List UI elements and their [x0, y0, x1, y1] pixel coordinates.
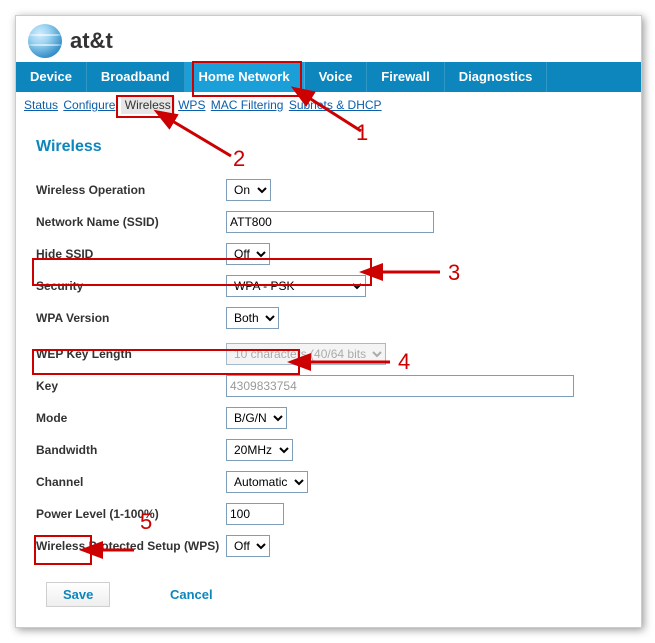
- label-wireless-operation: Wireless Operation: [36, 183, 226, 197]
- label-mode: Mode: [36, 411, 226, 425]
- tab-broadband[interactable]: Broadband: [87, 62, 185, 92]
- input-power-level[interactable]: [226, 503, 284, 525]
- page-title: Wireless: [36, 138, 621, 156]
- select-bandwidth[interactable]: 20MHz: [226, 439, 293, 461]
- cancel-button[interactable]: Cancel: [154, 583, 229, 606]
- label-key: Key: [36, 379, 226, 393]
- label-wps: Wireless Protected Setup (WPS): [36, 539, 226, 553]
- select-wps[interactable]: Off: [226, 535, 270, 557]
- select-wpa-version[interactable]: Both: [226, 307, 279, 329]
- subnav-subnets-dhcp[interactable]: Subnets & DHCP: [289, 98, 382, 112]
- tab-diagnostics[interactable]: Diagnostics: [445, 62, 548, 92]
- select-security[interactable]: WPA - PSK: [226, 275, 366, 297]
- input-ssid[interactable]: [226, 211, 434, 233]
- subnav-configure[interactable]: Configure: [63, 98, 115, 112]
- input-key[interactable]: [226, 375, 574, 397]
- subnav-mac-filtering[interactable]: MAC Filtering: [211, 98, 284, 112]
- select-mode[interactable]: B/G/N: [226, 407, 287, 429]
- tab-device[interactable]: Device: [16, 62, 87, 92]
- select-channel[interactable]: Automatic: [226, 471, 308, 493]
- subnav-status[interactable]: Status: [24, 98, 58, 112]
- brand-header: at&t: [16, 16, 641, 62]
- label-wpa-version: WPA Version: [36, 311, 226, 325]
- primary-nav: Device Broadband Home Network Voice Fire…: [16, 62, 641, 92]
- label-bandwidth: Bandwidth: [36, 443, 226, 457]
- subnav-wps[interactable]: WPS: [178, 98, 205, 112]
- label-hide-ssid: Hide SSID: [36, 247, 226, 261]
- att-globe-icon: [28, 24, 62, 58]
- label-channel: Channel: [36, 475, 226, 489]
- tab-voice[interactable]: Voice: [305, 62, 368, 92]
- label-wep-key-length: WEP Key Length: [36, 347, 226, 361]
- sub-nav: Status Configure Wireless WPS MAC Filter…: [16, 92, 641, 120]
- tab-firewall[interactable]: Firewall: [367, 62, 444, 92]
- subnav-wireless[interactable]: Wireless: [121, 96, 175, 114]
- brand-text: at&t: [70, 28, 113, 54]
- tab-home-network[interactable]: Home Network: [185, 62, 305, 92]
- label-security: Security: [36, 279, 226, 293]
- label-power-level: Power Level (1-100%): [36, 507, 226, 521]
- select-wep-key-length: 10 characters (40/64 bits): [226, 343, 386, 365]
- label-ssid: Network Name (SSID): [36, 215, 226, 229]
- select-wireless-operation[interactable]: On: [226, 179, 271, 201]
- select-hide-ssid[interactable]: Off: [226, 243, 270, 265]
